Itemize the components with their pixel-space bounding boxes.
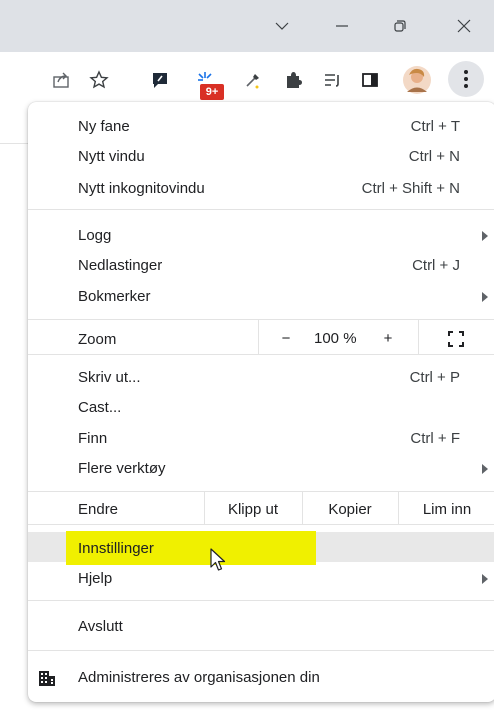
menu-item-label: Hjelp bbox=[78, 570, 113, 587]
side-panel-button[interactable] bbox=[353, 63, 387, 97]
menu-separator bbox=[28, 600, 494, 601]
menu-item-label: Logg bbox=[78, 227, 112, 244]
menu-item-print[interactable]: Skriv ut... Ctrl + P bbox=[28, 363, 494, 393]
star-icon bbox=[89, 70, 109, 89]
extensions-button[interactable] bbox=[276, 63, 310, 97]
more-menu-button[interactable] bbox=[448, 61, 484, 97]
profile-avatar[interactable] bbox=[400, 63, 434, 97]
share-button[interactable] bbox=[44, 63, 78, 97]
submenu-arrow-icon bbox=[482, 292, 488, 302]
menu-item-cast[interactable]: Cast... bbox=[28, 393, 494, 423]
menu-item-label: Nedlastinger bbox=[78, 257, 163, 274]
menu-item-downloads[interactable]: Nedlastinger Ctrl + J bbox=[28, 251, 494, 281]
menu-item-label: Cast... bbox=[78, 399, 122, 416]
restore-icon bbox=[394, 20, 406, 32]
menu-item-history[interactable]: Logg bbox=[28, 221, 494, 251]
shortcut-label: Ctrl + P bbox=[409, 369, 460, 386]
menu-item-label: Skriv ut... bbox=[78, 369, 141, 386]
zoom-in-button[interactable]: + bbox=[378, 330, 398, 347]
eyedropper-icon bbox=[246, 74, 259, 89]
tab-search-button[interactable] bbox=[258, 0, 306, 52]
chat-extension-icon bbox=[153, 73, 167, 88]
share-icon bbox=[53, 72, 69, 88]
menu-item-new-window[interactable]: Nytt vindu Ctrl + N bbox=[28, 142, 494, 172]
submenu-arrow-icon bbox=[482, 231, 488, 241]
paste-button[interactable]: Lim inn bbox=[398, 501, 494, 518]
menu-item-label: Nytt inkognitovindu bbox=[78, 180, 205, 197]
menu-separator bbox=[28, 491, 494, 492]
zoom-separator bbox=[258, 320, 259, 354]
eyedropper-button[interactable] bbox=[236, 63, 270, 97]
menu-item-settings[interactable]: Innstillinger bbox=[28, 534, 494, 564]
building-icon bbox=[39, 671, 55, 686]
side-panel-icon bbox=[362, 73, 378, 87]
chevron-down-icon bbox=[275, 22, 289, 30]
zoom-separator bbox=[418, 320, 419, 354]
avatar-icon bbox=[403, 66, 431, 94]
fullscreen-button[interactable] bbox=[448, 331, 464, 347]
close-icon bbox=[457, 19, 471, 33]
page-divider bbox=[0, 143, 30, 144]
restore-button[interactable] bbox=[376, 0, 424, 52]
menu-item-help[interactable]: Hjelp bbox=[28, 564, 494, 594]
minimize-icon bbox=[336, 25, 348, 27]
menu-separator bbox=[28, 650, 494, 651]
menu-item-label: Avslutt bbox=[78, 618, 123, 635]
notification-badge: 9+ bbox=[200, 84, 224, 100]
close-window-button[interactable] bbox=[440, 0, 488, 52]
menu-separator bbox=[28, 524, 494, 525]
bookmark-star-button[interactable] bbox=[82, 63, 116, 97]
more-menu-icon bbox=[464, 70, 468, 88]
shortcut-label: Ctrl + N bbox=[408, 148, 460, 165]
menu-item-incognito[interactable]: Nytt inkognitovindu Ctrl + Shift + N bbox=[28, 174, 494, 204]
zoom-label: Zoom bbox=[78, 331, 117, 348]
menu-item-label: Finn bbox=[78, 430, 108, 447]
menu-item-exit[interactable]: Avslutt bbox=[28, 612, 494, 642]
cut-button[interactable]: Klipp ut bbox=[204, 501, 302, 518]
zoom-out-button[interactable]: − bbox=[276, 330, 296, 347]
menu-item-label: Bokmerker bbox=[78, 288, 151, 305]
menu-item-label: Flere verktøy bbox=[78, 460, 166, 477]
menu-item-bookmarks[interactable]: Bokmerker bbox=[28, 282, 494, 312]
chrome-main-menu: Ny fane Ctrl + T Nytt vindu Ctrl + N Nyt… bbox=[28, 102, 494, 702]
fullscreen-icon bbox=[448, 331, 464, 347]
copy-button[interactable]: Kopier bbox=[302, 501, 398, 518]
menu-item-label: Administreres av organisasjonen din bbox=[78, 669, 320, 686]
reading-list-icon bbox=[325, 74, 339, 87]
menu-item-label: Innstillinger bbox=[78, 540, 154, 557]
menu-separator bbox=[28, 319, 494, 320]
menu-item-label: Nytt vindu bbox=[78, 148, 145, 165]
reading-list-button[interactable] bbox=[315, 63, 349, 97]
menu-item-find[interactable]: Finn Ctrl + F bbox=[28, 424, 494, 454]
edit-label: Endre bbox=[78, 501, 119, 518]
title-bar bbox=[0, 0, 494, 52]
menu-item-new-tab[interactable]: Ny fane Ctrl + T bbox=[28, 112, 494, 142]
menu-separator bbox=[28, 354, 494, 355]
shortcut-label: Ctrl + J bbox=[412, 257, 460, 274]
menu-item-zoom: Zoom bbox=[28, 322, 494, 354]
menu-item-managed-by-organization[interactable]: Administreres av organisasjonen din bbox=[28, 663, 494, 693]
submenu-arrow-icon bbox=[482, 574, 488, 584]
shortcut-label: Ctrl + T bbox=[410, 118, 460, 135]
zoom-level-value: 100 % bbox=[314, 330, 357, 347]
shortcut-label: Ctrl + F bbox=[410, 430, 460, 447]
menu-item-more-tools[interactable]: Flere verktøy bbox=[28, 454, 494, 484]
menu-item-label: Ny fane bbox=[78, 118, 130, 135]
minimize-button[interactable] bbox=[318, 0, 366, 52]
menu-separator bbox=[28, 209, 494, 210]
puzzle-extensions-icon bbox=[287, 72, 302, 88]
chat-extension-button[interactable] bbox=[143, 63, 177, 97]
shortcut-label: Ctrl + Shift + N bbox=[361, 180, 460, 197]
submenu-arrow-icon bbox=[482, 464, 488, 474]
